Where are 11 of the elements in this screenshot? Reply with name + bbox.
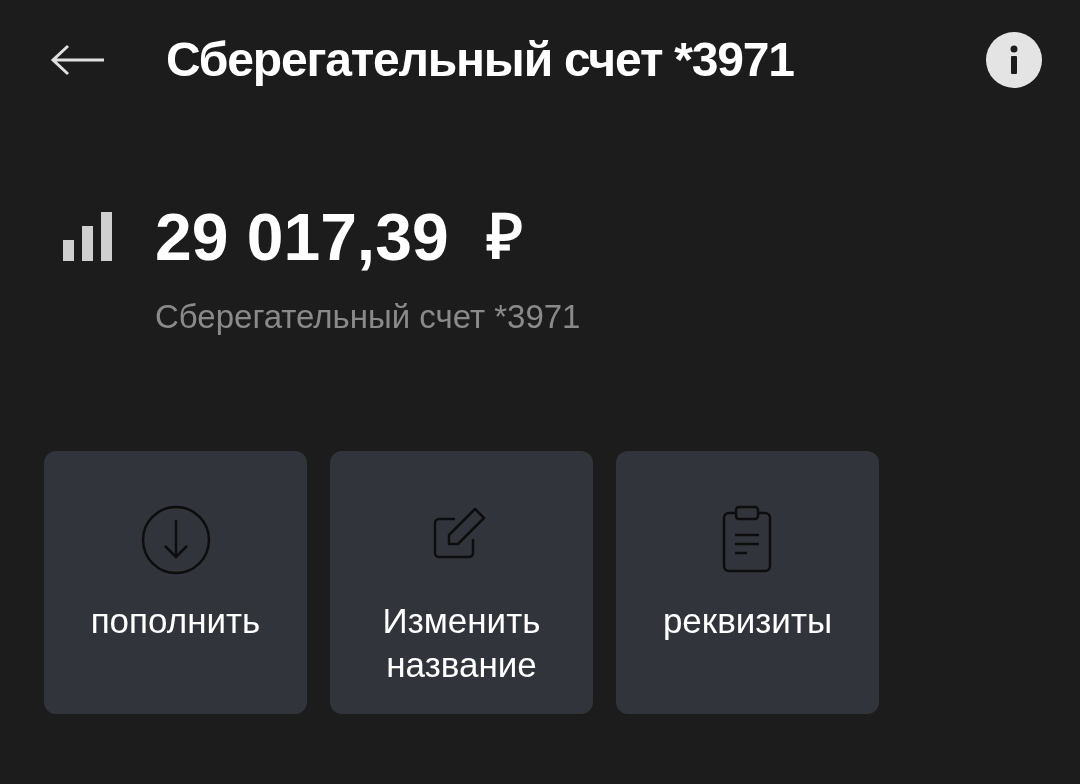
- download-icon: [140, 505, 211, 575]
- action-button[interactable]: Изменить название: [330, 451, 593, 714]
- back-icon[interactable]: [50, 44, 106, 76]
- action-button[interactable]: реквизиты: [616, 451, 879, 714]
- action-button[interactable]: пополнить: [44, 451, 307, 714]
- bar-chart-icon: [63, 211, 113, 263]
- account-name: Сберегательный счет *3971: [155, 300, 582, 333]
- page-title: Сберегательный счет *3971: [166, 36, 794, 84]
- balance-amount: 29 017,39: [155, 204, 449, 270]
- info-icon[interactable]: [986, 32, 1042, 88]
- currency-sign: ₽: [486, 206, 523, 268]
